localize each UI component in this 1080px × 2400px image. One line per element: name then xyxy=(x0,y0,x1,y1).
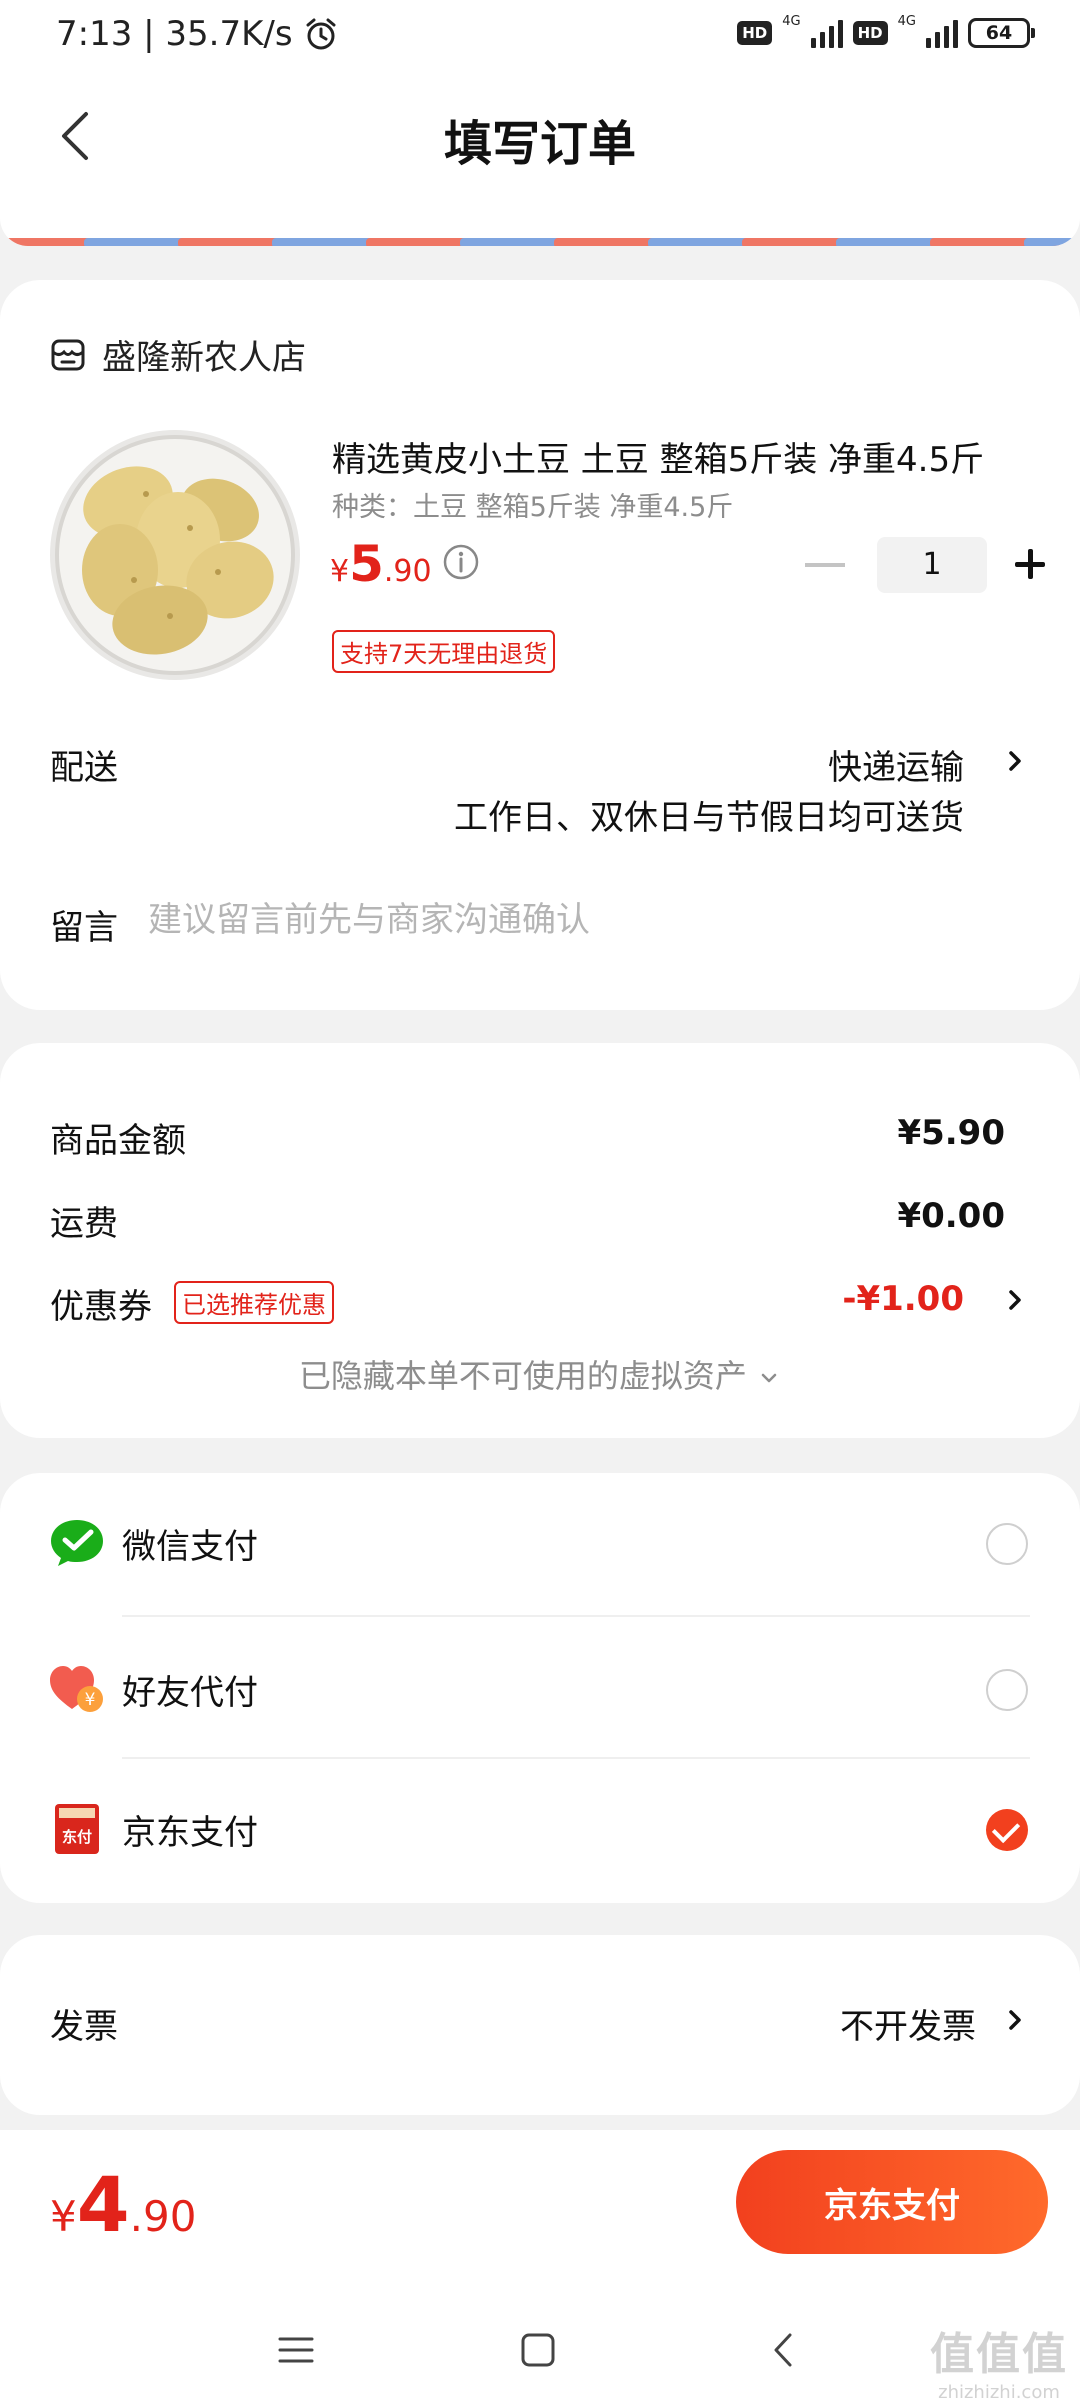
stripe-blue xyxy=(1024,238,1080,246)
system-nav-bar xyxy=(0,2300,1080,2400)
goods-amount-label: 商品金额 xyxy=(50,1121,186,1161)
payment-option-wechat[interactable]: 微信支付 xyxy=(0,1473,1080,1611)
delivery-label: 配送 xyxy=(50,748,118,788)
jd-pay-icon: 东付 xyxy=(55,1804,99,1854)
product-title[interactable]: 精选黄皮小土豆 土豆 整箱5斤装 净重4.5斤 xyxy=(332,432,984,481)
price-decimal: .90 xyxy=(383,554,432,589)
info-icon[interactable] xyxy=(442,543,480,581)
payment-label: 微信支付 xyxy=(122,1527,258,1567)
payment-option-jd[interactable]: 东付 京东支付 xyxy=(0,1759,1080,1897)
hd-badge-2: HD xyxy=(852,21,888,45)
payment-method-card: 微信支付 ¥ 好友代付 东付 京东支付 xyxy=(0,1473,1080,1903)
shop-header[interactable]: 盛隆新农人店 xyxy=(50,330,306,379)
network-type-2: 4G xyxy=(897,13,916,29)
radio-selected-check-icon[interactable] xyxy=(986,1809,1028,1851)
friend-pay-icon-text: ¥ xyxy=(85,1690,96,1710)
shop-name: 盛隆新农人店 xyxy=(102,338,306,378)
payment-label: 好友代付 xyxy=(122,1673,258,1713)
delivery-method[interactable]: 快递运输 xyxy=(828,740,964,789)
radio-unselected[interactable] xyxy=(986,1523,1028,1565)
network-type-1: 4G xyxy=(782,13,801,29)
back-icon[interactable] xyxy=(764,2330,804,2370)
alarm-icon xyxy=(306,18,336,50)
product-spec[interactable]: 种类：土豆 整箱5斤装 净重4.5斤 xyxy=(332,485,733,524)
watermark-url: zhizhizhi.com xyxy=(938,2382,1060,2400)
invoice-label: 发票 xyxy=(50,2007,118,2047)
coupon-label: 优惠券 xyxy=(50,1287,152,1327)
quantity-field[interactable]: 1 xyxy=(877,537,987,593)
divider xyxy=(122,1615,1030,1617)
shipping-fee-value: ¥0.00 xyxy=(897,1196,1005,1236)
quantity-stepper: 1 xyxy=(805,537,1053,593)
store-icon xyxy=(51,339,85,370)
watermark-logo: 值值值 xyxy=(930,2329,1068,2380)
signal-icon-2 xyxy=(926,18,958,48)
goods-amount-value: ¥5.90 xyxy=(897,1113,1005,1153)
watermark: 值值值 zhizhizhi.com xyxy=(930,2318,1068,2400)
coupon-value[interactable]: -¥1.00 xyxy=(842,1279,964,1319)
product-card: 盛隆新农人店 精选黄皮小土豆 土豆 整箱5斤装 净重4.5斤 种类：土豆 整箱5… xyxy=(0,280,1080,1010)
invoice-card[interactable]: 发票 不开发票 xyxy=(0,1935,1080,2115)
submit-pay-button[interactable]: 京东支付 xyxy=(736,2150,1048,2254)
address-airmail-border xyxy=(0,198,1080,246)
shipping-fee-label: 运费 xyxy=(50,1204,118,1244)
product-price: ¥ 5 .90 xyxy=(330,535,432,593)
status-left: 7:13 | 35.7K/s xyxy=(56,14,339,54)
message-input[interactable] xyxy=(148,892,968,948)
price-summary-card: 商品金额 ¥5.90 运费 ¥0.00 优惠券 已选推荐优惠 -¥1.00 已隐… xyxy=(0,1043,1080,1438)
battery-icon: 64 xyxy=(968,18,1035,48)
return-policy-badge: 支持7天无理由退货 xyxy=(332,630,556,673)
total-symbol: ¥ xyxy=(50,2192,77,2241)
friend-pay-heart-icon: ¥ xyxy=(50,1666,103,1712)
chevron-right-icon[interactable] xyxy=(1000,1285,1030,1315)
hidden-assets-text: 已隐藏本单不可使用的虚拟资产 xyxy=(298,1357,747,1395)
checkout-bar: ¥ 4 .90 京东支付 xyxy=(0,2130,1080,2300)
total-price: ¥ 4 .90 xyxy=(50,2160,196,2249)
jd-pay-icon-text: 东付 xyxy=(62,1828,92,1846)
delivery-note: 工作日、双休日与节假日均可送货 xyxy=(454,798,964,838)
status-bar: 7:13 | 35.7K/s HD 4G HD 4G 64 xyxy=(0,0,1080,78)
home-icon[interactable] xyxy=(518,2330,558,2370)
total-decimal: .90 xyxy=(129,2192,197,2241)
status-time-speed: 7:13 | 35.7K/s xyxy=(56,14,293,54)
hidden-assets-toggle[interactable]: 已隐藏本单不可使用的虚拟资产 xyxy=(0,1351,1080,1397)
message-label: 留言 xyxy=(50,908,118,948)
payment-label: 京东支付 xyxy=(122,1813,258,1853)
decrease-button[interactable] xyxy=(805,563,845,567)
product-image[interactable] xyxy=(50,430,300,680)
increase-button[interactable] xyxy=(1009,543,1053,587)
price-symbol: ¥ xyxy=(330,554,350,589)
chevron-right-icon[interactable] xyxy=(1000,2005,1030,2035)
payment-option-friend[interactable]: ¥ 好友代付 xyxy=(0,1619,1080,1757)
coupon-badge: 已选推荐优惠 xyxy=(174,1281,334,1324)
page-title: 填写订单 xyxy=(443,116,636,172)
invoice-value[interactable]: 不开发票 xyxy=(840,1999,976,2048)
chevron-down-icon xyxy=(761,1373,777,1383)
signal-icon-1 xyxy=(810,18,843,48)
price-integer: 5 xyxy=(349,535,384,593)
radio-unselected[interactable] xyxy=(986,1669,1028,1711)
wechat-pay-icon xyxy=(51,1520,103,1566)
chevron-right-icon[interactable] xyxy=(1000,746,1030,776)
hd-badge-1: HD xyxy=(737,21,773,45)
menu-icon[interactable] xyxy=(276,2330,316,2370)
nav-header: 填写订单 xyxy=(0,78,1080,198)
status-right: HD 4G HD 4G 64 xyxy=(737,14,1035,48)
potato-image xyxy=(55,435,295,675)
total-integer: 4 xyxy=(76,2160,130,2249)
